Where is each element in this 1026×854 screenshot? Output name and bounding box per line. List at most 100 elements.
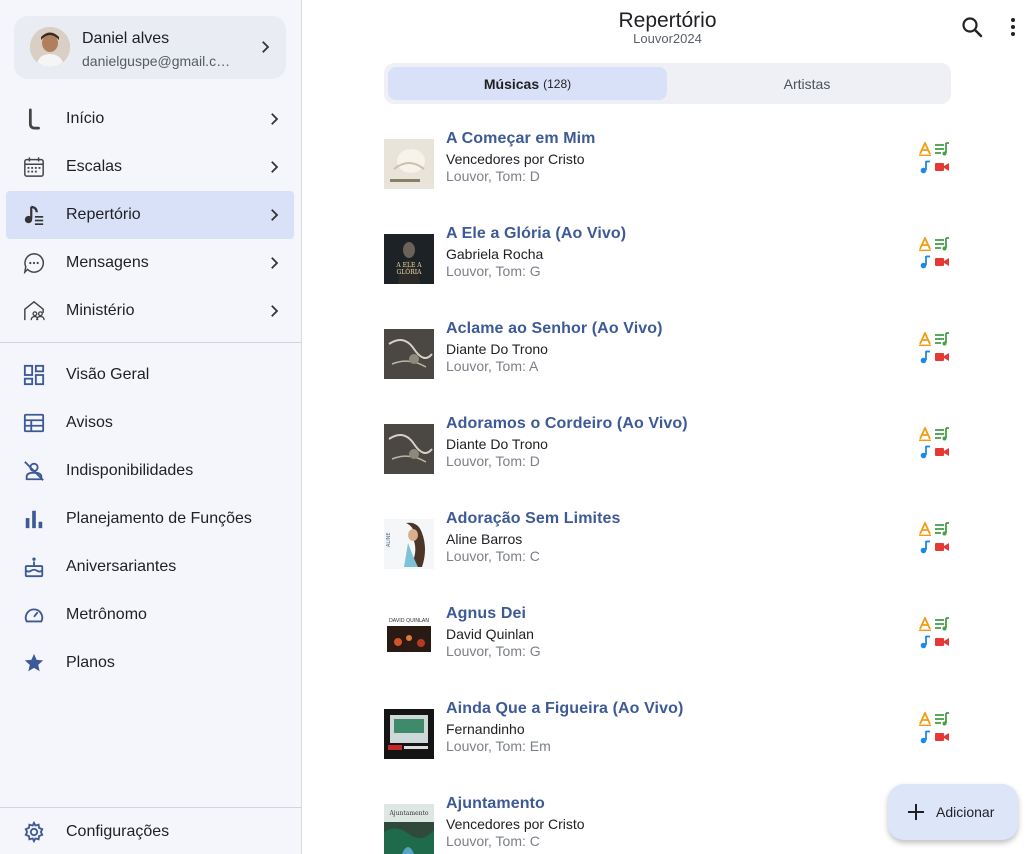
sidebar-item-label: Planejamento de Funções	[66, 510, 252, 527]
search-icon[interactable]	[960, 15, 984, 39]
song-title: Aclame ao Senhor (Ao Vivo)	[446, 320, 663, 337]
chord-icon	[919, 427, 931, 441]
video-icon	[935, 353, 949, 361]
song-row[interactable]: Ainda Que a Figueira (Ao Vivo) Fernandin…	[384, 700, 952, 770]
album-cover	[384, 329, 434, 379]
video-icon	[935, 733, 949, 741]
calendar-icon	[24, 157, 44, 177]
sidebar-item-label: Ministério	[66, 302, 135, 319]
album-cover: A ELE A GLÓRIA	[384, 234, 434, 284]
lyrics-icon	[935, 427, 949, 441]
music-note-icon	[24, 205, 44, 225]
chord-icon	[919, 237, 931, 251]
add-song-button[interactable]: Adicionar	[888, 784, 1018, 840]
star-icon	[24, 653, 44, 672]
sidebar-item-escalas[interactable]: Escalas	[6, 143, 294, 191]
chord-icon	[919, 712, 931, 726]
sidebar-item-label: Aniversariantes	[66, 558, 177, 575]
tab-artistas[interactable]: Artistas	[667, 67, 947, 100]
song-row[interactable]: A ELE A GLÓRIA A Ele a Glória (Ao Vivo) G…	[384, 225, 952, 295]
chevron-right-icon	[271, 113, 279, 125]
sidebar-item-inicio[interactable]: Início	[6, 95, 294, 143]
sidebar-item-label: Visão Geral	[66, 366, 150, 383]
song-title: A Começar em Mim	[446, 130, 596, 147]
chord-icon	[919, 142, 931, 156]
song-title: Ainda Que a Figueira (Ao Vivo)	[446, 700, 684, 717]
audio-icon	[920, 730, 930, 744]
song-artist: Vencedores por Cristo	[446, 151, 585, 167]
chevron-right-icon	[262, 41, 270, 53]
song-row[interactable]: DAVID QUINLAN Agnus Dei David Quinlan Lo…	[384, 605, 952, 675]
song-title: Adoramos o Cordeiro (Ao Vivo)	[446, 415, 688, 432]
lyrics-icon	[935, 237, 949, 251]
sidebar-item-planos[interactable]: Planos	[6, 639, 294, 687]
song-title: Agnus Dei	[446, 605, 527, 622]
song-artist: Diante Do Trono	[446, 341, 548, 357]
audio-icon	[920, 255, 930, 269]
tab-musicas[interactable]: Músicas (128)	[388, 67, 667, 100]
more-vert-icon[interactable]	[1002, 15, 1024, 39]
song-title: Ajuntamento	[446, 795, 545, 812]
video-icon	[935, 163, 949, 171]
sidebar-item-aniversariantes[interactable]: Aniversariantes	[6, 543, 294, 591]
sidebar-item-metronomo[interactable]: Metrônomo	[6, 591, 294, 639]
lyrics-icon	[935, 332, 949, 346]
main-content: Repertório Louvor2024 Músicas (128) Arti…	[302, 0, 1026, 854]
audio-icon	[920, 350, 930, 364]
sidebar-item-label: Avisos	[66, 414, 113, 431]
sidebar-item-label: Indisponibilidades	[66, 462, 194, 479]
sidebar-item-indisponibilidades[interactable]: Indisponibilidades	[6, 447, 294, 495]
sidebar-item-label: Configurações	[66, 823, 170, 840]
profile-email: danielguspe@gmail.com	[82, 53, 232, 69]
bar-chart-icon	[25, 510, 43, 529]
album-cover: ALINE	[384, 519, 434, 569]
plus-icon	[908, 804, 924, 820]
lyrics-icon	[935, 142, 949, 156]
sidebar-item-mensagens[interactable]: Mensagens	[6, 239, 294, 287]
sidebar-item-label: Escalas	[66, 158, 123, 175]
song-artist: David Quinlan	[446, 626, 534, 642]
tab-musicas-count: (128)	[543, 76, 572, 91]
svg-text:GLÓRIA: GLÓRIA	[397, 268, 423, 276]
profile-card[interactable]: Daniel alves danielguspe@gmail.com	[14, 16, 286, 79]
lyrics-icon	[935, 617, 949, 631]
song-meta: Louvor, Tom: G	[446, 263, 541, 279]
song-artist: Fernandinho	[446, 721, 525, 737]
sidebar-item-repertorio[interactable]: Repertório	[6, 191, 294, 239]
song-row[interactable]: Ajuntamento Ajuntamento Vencedores por C…	[384, 795, 952, 854]
song-meta: Louvor, Tom: D	[446, 168, 540, 184]
gear-icon	[24, 821, 44, 843]
chat-bubble-icon	[23, 253, 45, 274]
audio-icon	[920, 540, 930, 554]
song-meta: Louvor, Tom: G	[446, 643, 541, 659]
song-row[interactable]: ALINE Adoração Sem Limites Aline Barros …	[384, 510, 952, 580]
church-group-icon	[24, 300, 45, 321]
lyrics-icon	[935, 712, 949, 726]
song-row[interactable]: Adoramos o Cordeiro (Ao Vivo) Diante Do …	[384, 415, 952, 485]
song-row[interactable]: Aclame ao Senhor (Ao Vivo) Diante Do Tro…	[384, 320, 952, 390]
song-row[interactable]: A Começar em Mim Vencedores por Cristo L…	[384, 130, 952, 200]
sidebar-item-label: Metrônomo	[66, 606, 147, 623]
profile-name: Daniel alves	[82, 30, 170, 47]
audio-icon	[920, 445, 930, 459]
avatar	[30, 27, 70, 67]
sidebar-item-configuracoes[interactable]: Configurações	[6, 808, 294, 854]
sidebar-item-ministerio[interactable]: Ministério	[6, 287, 294, 335]
navigation-drawer: Daniel alves danielguspe@gmail.com Iníci…	[0, 0, 302, 854]
song-meta: Louvor, Tom: D	[446, 453, 540, 469]
cake-icon	[24, 557, 44, 578]
song-meta: Louvor, Tom: Em	[446, 738, 551, 754]
sidebar-item-avisos[interactable]: Avisos	[6, 399, 294, 447]
album-cover	[384, 424, 434, 474]
speedometer-icon	[24, 608, 44, 623]
sidebar-item-label: Repertório	[66, 206, 141, 223]
svg-text:DAVID QUINLAN: DAVID QUINLAN	[389, 618, 429, 624]
sidebar-item-visao-geral[interactable]: Visão Geral	[6, 351, 294, 399]
tab-artistas-label: Artistas	[783, 75, 831, 92]
sidebar-item-planejamento[interactable]: Planejamento de Funções	[6, 495, 294, 543]
song-meta: Louvor, Tom: C	[446, 833, 540, 849]
album-cover	[384, 709, 434, 759]
person-off-icon	[24, 461, 44, 481]
dashboard-icon	[23, 364, 45, 386]
album-cover	[384, 139, 434, 189]
